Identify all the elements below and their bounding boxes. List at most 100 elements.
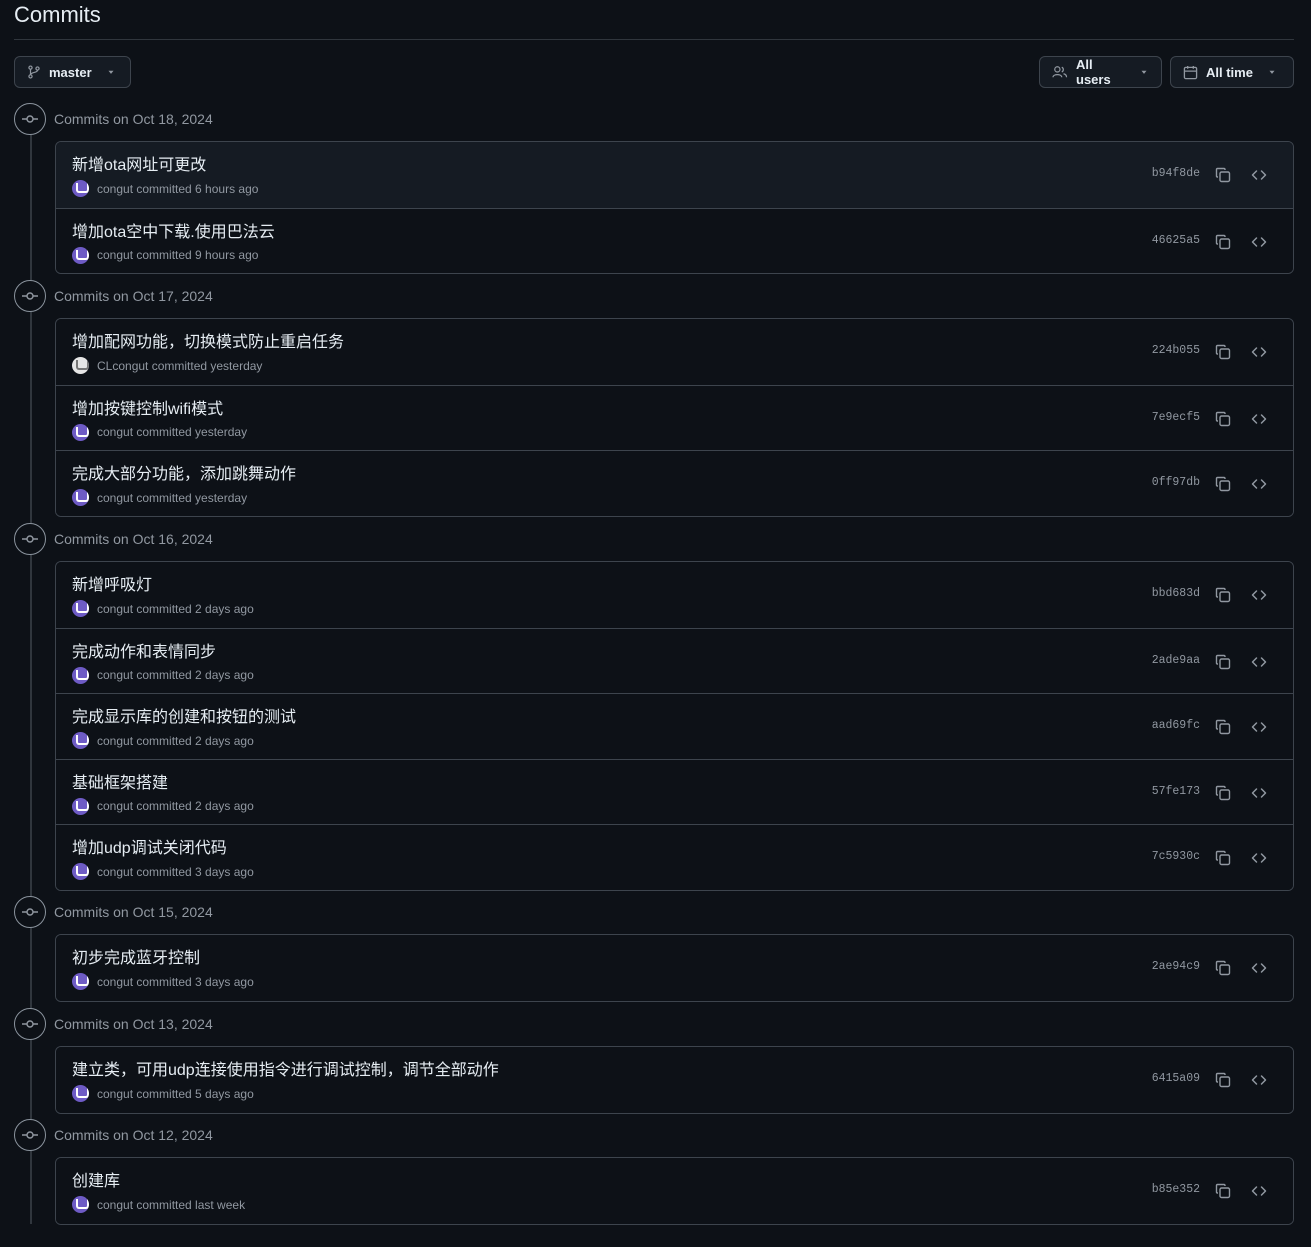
copy-sha-button[interactable] <box>1213 1070 1233 1090</box>
copy-sha-button[interactable] <box>1213 1181 1233 1201</box>
commit-sha[interactable]: 0ff97db <box>1152 476 1200 489</box>
commit-sha[interactable]: 7e9ecf5 <box>1152 411 1200 424</box>
browse-repo-button[interactable] <box>1249 958 1269 978</box>
code-icon <box>1251 722 1267 732</box>
avatar[interactable] <box>72 1085 89 1102</box>
commit-row[interactable]: 完成显示库的创建和按钮的测试 congut committed 2 days a… <box>56 693 1293 759</box>
commit-sha[interactable]: 2ae94c9 <box>1152 960 1200 973</box>
commit-message[interactable]: 增加按键控制wifi模式 <box>72 395 223 419</box>
avatar[interactable] <box>72 732 89 749</box>
avatar[interactable] <box>72 1196 89 1213</box>
commit-meta: CLcongut committed yesterday <box>72 357 262 374</box>
commit-sha[interactable]: 7c5930c <box>1152 850 1200 863</box>
commit-row[interactable]: 增加udp调试关闭代码 congut committed 3 days ago … <box>56 824 1293 890</box>
commit-row[interactable]: 新增ota网址可更改 congut committed 6 hours ago … <box>56 142 1293 208</box>
commit-message[interactable]: 增加配网功能，切换模式防止重启任务 <box>72 328 344 352</box>
commit-row[interactable]: 完成大部分功能，添加跳舞动作 congut committed yesterda… <box>56 450 1293 516</box>
commit-sha[interactable]: 57fe173 <box>1152 785 1200 798</box>
commit-sha[interactable]: aad69fc <box>1152 719 1200 732</box>
browse-repo-button[interactable] <box>1249 717 1269 737</box>
commit-row[interactable]: 增加按键控制wifi模式 congut committed yesterday … <box>56 384 1293 450</box>
commit-message[interactable]: 创建库 <box>72 1167 120 1191</box>
time-filter-button[interactable]: All time <box>1170 56 1294 88</box>
browse-repo-button[interactable] <box>1249 342 1269 362</box>
browse-repo-button[interactable] <box>1249 652 1269 672</box>
triangle-down-icon <box>1269 70 1275 74</box>
commit-author-time: congut committed 2 days ago <box>97 799 254 813</box>
browse-repo-button[interactable] <box>1249 848 1269 868</box>
browse-repo-button[interactable] <box>1249 165 1269 185</box>
avatar[interactable] <box>72 246 89 264</box>
copy-sha-button[interactable] <box>1213 717 1233 737</box>
browse-repo-button[interactable] <box>1249 1070 1269 1090</box>
copy-sha-button[interactable] <box>1213 848 1233 868</box>
commit-author-time: congut committed 5 days ago <box>97 1086 254 1101</box>
commit-sha[interactable]: b85e352 <box>1152 1183 1200 1196</box>
browse-repo-button[interactable] <box>1249 783 1269 803</box>
branch-select-button[interactable]: master <box>14 56 131 88</box>
commit-row[interactable]: 增加配网功能，切换模式防止重启任务 CLcongut committed yes… <box>56 319 1293 385</box>
commit-message[interactable]: 完成显示库的创建和按钮的测试 <box>72 703 296 727</box>
browse-repo-button[interactable] <box>1249 232 1269 252</box>
copy-sha-button[interactable] <box>1213 652 1233 672</box>
code-icon <box>1251 170 1267 180</box>
commit-row[interactable]: 基础框架搭建 congut committed 2 days ago 57fe1… <box>56 758 1293 824</box>
commit-message[interactable]: 增加udp调试关闭代码 <box>72 834 227 858</box>
browse-repo-button[interactable] <box>1249 474 1269 494</box>
commit-row[interactable]: 完成动作和表情同步 congut committed 2 days ago 2a… <box>56 627 1293 693</box>
code-icon <box>1251 347 1267 357</box>
commit-sha[interactable]: 46625a5 <box>1152 234 1200 247</box>
commit-message[interactable]: 建立类，可用udp连接使用指令进行调试控制，调节全部动作 <box>72 1056 499 1080</box>
commit-sha[interactable]: b94f8de <box>1152 167 1200 180</box>
commit-meta: congut committed yesterday <box>72 423 247 441</box>
avatar[interactable] <box>72 666 89 684</box>
commit-message[interactable]: 基础框架搭建 <box>72 769 168 793</box>
commit-row[interactable]: 新增呼吸灯 congut committed 2 days ago bbd683… <box>56 562 1293 628</box>
commit-message[interactable]: 完成动作和表情同步 <box>72 638 216 662</box>
commit-message[interactable]: 新增呼吸灯 <box>72 571 152 595</box>
commit-message[interactable]: 完成大部分功能，添加跳舞动作 <box>72 460 296 484</box>
copy-sha-button[interactable] <box>1213 783 1233 803</box>
commit-author-time: congut committed 3 days ago <box>97 864 254 879</box>
code-icon <box>1251 479 1267 489</box>
copy-icon <box>1215 167 1231 183</box>
copy-sha-button[interactable] <box>1213 409 1233 429</box>
commit-message[interactable]: 新增ota网址可更改 <box>72 151 206 175</box>
commit-row[interactable]: 创建库 congut committed last week b85e352 <box>56 1158 1293 1224</box>
commit-sha[interactable]: 224b055 <box>1152 344 1200 357</box>
avatar[interactable] <box>72 357 89 374</box>
commit-meta: congut committed 2 days ago <box>72 732 254 749</box>
copy-sha-button[interactable] <box>1213 474 1233 494</box>
avatar[interactable] <box>72 423 89 441</box>
avatar[interactable] <box>72 489 89 506</box>
commit-row[interactable]: 初步完成蓝牙控制 congut committed 3 days ago 2ae… <box>56 935 1293 1001</box>
commit-sha[interactable]: 2ade9aa <box>1152 654 1200 667</box>
avatar[interactable] <box>72 600 89 617</box>
copy-sha-button[interactable] <box>1213 165 1233 185</box>
browse-repo-button[interactable] <box>1249 409 1269 429</box>
code-icon <box>1251 590 1267 600</box>
commit-message[interactable]: 增加ota空中下载.使用巴法云 <box>72 218 275 242</box>
commit-sha[interactable]: bbd683d <box>1152 587 1200 600</box>
copy-sha-button[interactable] <box>1213 232 1233 252</box>
avatar[interactable] <box>72 863 89 880</box>
copy-sha-button[interactable] <box>1213 958 1233 978</box>
copy-sha-button[interactable] <box>1213 585 1233 605</box>
avatar[interactable] <box>72 797 89 815</box>
browse-repo-button[interactable] <box>1249 585 1269 605</box>
commit-row[interactable]: 建立类，可用udp连接使用指令进行调试控制，调节全部动作 congut comm… <box>56 1047 1293 1113</box>
commit-group-header: Commits on Oct 17, 2024 <box>14 280 213 312</box>
commit-message[interactable]: 初步完成蓝牙控制 <box>72 944 200 968</box>
copy-sha-button[interactable] <box>1213 342 1233 362</box>
avatar[interactable] <box>72 180 89 197</box>
copy-icon <box>1215 785 1231 800</box>
time-filter-label: All time <box>1206 64 1253 80</box>
avatar[interactable] <box>72 973 89 990</box>
commit-group-header: Commits on Oct 15, 2024 <box>14 896 213 928</box>
users-filter-button[interactable]: All users <box>1039 56 1162 88</box>
commit-row[interactable]: 增加ota空中下载.使用巴法云 congut committed 9 hours… <box>56 207 1293 273</box>
copy-icon <box>1215 960 1231 976</box>
browse-repo-button[interactable] <box>1249 1181 1269 1201</box>
commit-meta: congut committed last week <box>72 1196 245 1213</box>
commit-sha[interactable]: 6415a09 <box>1152 1072 1200 1085</box>
